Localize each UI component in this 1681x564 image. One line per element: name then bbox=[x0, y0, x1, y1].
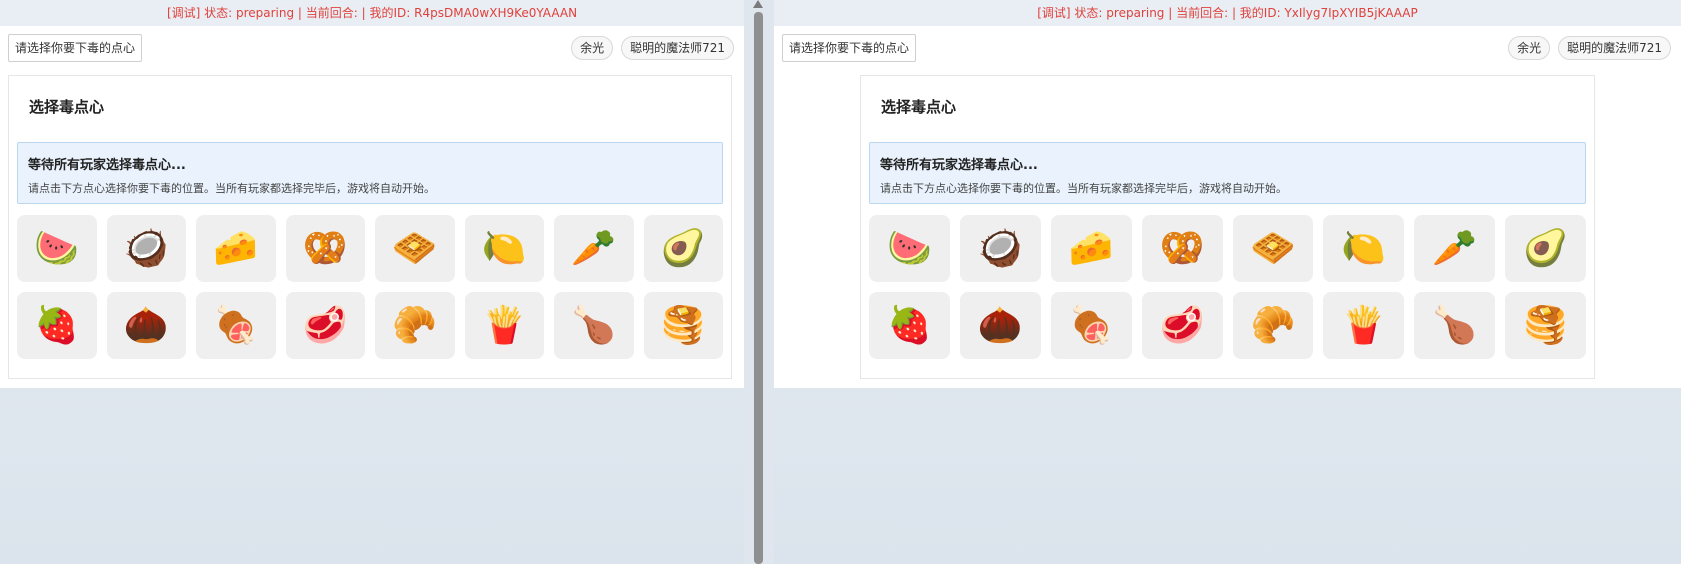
strawberry-icon: 🍓 bbox=[34, 304, 80, 346]
cut-of-meat-icon: 🥩 bbox=[302, 304, 348, 346]
lemon-icon: 🍋 bbox=[481, 227, 527, 269]
pretzel-icon: 🥨 bbox=[1159, 227, 1205, 269]
pretzel-icon: 🥨 bbox=[302, 227, 348, 269]
snack-tile-pretzel[interactable]: 🥨 bbox=[285, 215, 365, 282]
avocado-icon: 🥑 bbox=[1523, 227, 1568, 269]
player-tag: 余光 bbox=[571, 36, 614, 60]
meat-on-bone-icon: 🍖 bbox=[1068, 304, 1114, 346]
snack-tile-coconut[interactable]: 🥥 bbox=[959, 215, 1041, 282]
snack-tile-cheese[interactable]: 🧀 bbox=[196, 215, 276, 282]
debug-status-bar: [调试] 状态: preparing | 当前回合: | 我的ID: YxIly… bbox=[774, 0, 1681, 26]
snack-tile-chestnut[interactable]: 🌰 bbox=[959, 292, 1041, 359]
card-title: 选择毒点心 bbox=[881, 98, 957, 116]
snack-tile-waffle[interactable]: 🧇 bbox=[375, 215, 455, 282]
snack-tile-french-fries[interactable]: 🍟 bbox=[1323, 292, 1405, 359]
waiting-notice: 等待所有玩家选择毒点心... 请点击下方点心选择你要下毒的位置。当所有玩家都选择… bbox=[869, 142, 1586, 204]
pane-splitter[interactable] bbox=[744, 0, 774, 564]
snack-tile-meat-on-bone[interactable]: 🍖 bbox=[1050, 292, 1132, 359]
snack-tile-poultry-leg[interactable]: 🍗 bbox=[554, 292, 634, 359]
waiting-notice: 等待所有玩家选择毒点心... 请点击下方点心选择你要下毒的位置。当所有玩家都选择… bbox=[17, 142, 723, 204]
player-tag: 余光 bbox=[1508, 36, 1551, 60]
snack-tile-poultry-leg[interactable]: 🍗 bbox=[1414, 292, 1496, 359]
chestnut-icon: 🌰 bbox=[123, 304, 169, 346]
snack-tile-french-fries[interactable]: 🍟 bbox=[464, 292, 544, 359]
select-snack-hint-button[interactable]: 请选择你要下毒的点心 bbox=[782, 34, 917, 62]
cut-of-meat-icon: 🥩 bbox=[1159, 304, 1205, 346]
snack-tile-lemon[interactable]: 🍋 bbox=[1323, 215, 1405, 282]
croissant-icon: 🥐 bbox=[392, 304, 438, 346]
player-tag: 聪明的魔法师721 bbox=[1558, 36, 1671, 60]
cheese-icon: 🧀 bbox=[213, 227, 259, 269]
snack-tile-croissant[interactable]: 🥐 bbox=[375, 292, 455, 359]
snack-tile-cheese[interactable]: 🧀 bbox=[1050, 215, 1132, 282]
snack-tile-pancakes[interactable]: 🥞 bbox=[1505, 292, 1586, 359]
snack-tile-waffle[interactable]: 🧇 bbox=[1232, 215, 1314, 282]
carrot-icon: 🥕 bbox=[1432, 227, 1478, 269]
player-list: 余光 聪明的魔法师721 bbox=[1508, 36, 1671, 60]
snack-tile-meat-on-bone[interactable]: 🍖 bbox=[196, 292, 276, 359]
top-bar: 请选择你要下毒的点心 余光 聪明的魔法师721 bbox=[0, 26, 744, 70]
coconut-icon: 🥥 bbox=[123, 227, 169, 269]
lemon-icon: 🍋 bbox=[1341, 227, 1387, 269]
poultry-leg-icon: 🍗 bbox=[1432, 304, 1478, 346]
snack-tile-croissant[interactable]: 🥐 bbox=[1232, 292, 1314, 359]
coconut-icon: 🥥 bbox=[977, 227, 1023, 269]
chestnut-icon: 🌰 bbox=[977, 304, 1023, 346]
player-window-right: [调试] 状态: preparing | 当前回合: | 我的ID: YxIly… bbox=[774, 0, 1681, 564]
strawberry-icon: 🍓 bbox=[887, 304, 932, 346]
watermelon-icon: 🍉 bbox=[887, 227, 932, 269]
main-area: 选择毒点心 等待所有玩家选择毒点心... 请点击下方点心选择你要下毒的位置。当所… bbox=[774, 70, 1681, 388]
top-bar: 请选择你要下毒的点心 余光 聪明的魔法师721 bbox=[774, 26, 1681, 70]
splitter-handle[interactable] bbox=[754, 12, 763, 564]
split-screen: [调试] 状态: preparing | 当前回合: | 我的ID: R4psD… bbox=[0, 0, 1681, 564]
notice-description: 请点击下方点心选择你要下毒的位置。当所有玩家都选择完毕后，游戏将自动开始。 bbox=[880, 182, 1287, 195]
waffle-icon: 🧇 bbox=[392, 227, 438, 269]
snack-tile-cut-of-meat[interactable]: 🥩 bbox=[285, 292, 365, 359]
snack-tile-avocado[interactable]: 🥑 bbox=[1505, 215, 1586, 282]
snack-tile-strawberry[interactable]: 🍓 bbox=[17, 292, 97, 359]
cheese-icon: 🧀 bbox=[1068, 227, 1114, 269]
snack-tile-coconut[interactable]: 🥥 bbox=[106, 215, 186, 282]
avocado-icon: 🥑 bbox=[660, 227, 706, 269]
french-fries-icon: 🍟 bbox=[481, 304, 527, 346]
notice-description: 请点击下方点心选择你要下毒的位置。当所有玩家都选择完毕后，游戏将自动开始。 bbox=[28, 182, 435, 195]
snack-tile-strawberry[interactable]: 🍓 bbox=[869, 292, 950, 359]
snack-tile-chestnut[interactable]: 🌰 bbox=[106, 292, 186, 359]
debug-status-bar: [调试] 状态: preparing | 当前回合: | 我的ID: R4psD… bbox=[0, 0, 744, 26]
card-title: 选择毒点心 bbox=[29, 98, 105, 116]
player-tag: 聪明的魔法师721 bbox=[621, 36, 734, 60]
waffle-icon: 🧇 bbox=[1250, 227, 1296, 269]
snack-tile-pancakes[interactable]: 🥞 bbox=[643, 292, 723, 359]
player-window-left: [调试] 状态: preparing | 当前回合: | 我的ID: R4psD… bbox=[0, 0, 744, 564]
poison-select-card: 选择毒点心 等待所有玩家选择毒点心... 请点击下方点心选择你要下毒的位置。当所… bbox=[860, 75, 1595, 379]
french-fries-icon: 🍟 bbox=[1341, 304, 1387, 346]
select-snack-hint-button[interactable]: 请选择你要下毒的点心 bbox=[8, 34, 143, 62]
meat-on-bone-icon: 🍖 bbox=[213, 304, 259, 346]
snack-tile-avocado[interactable]: 🥑 bbox=[643, 215, 723, 282]
snack-tile-lemon[interactable]: 🍋 bbox=[464, 215, 544, 282]
snack-grid: 🍉 🥥 🧀 🥨 🧇 🍋 🥕 🥑 🍓 🌰 🍖 🥩 🥐 🍟 🍗 🥞 bbox=[17, 215, 723, 359]
main-area: 选择毒点心 等待所有玩家选择毒点心... 请点击下方点心选择你要下毒的位置。当所… bbox=[0, 70, 744, 388]
snack-tile-carrot[interactable]: 🥕 bbox=[554, 215, 634, 282]
player-list: 余光 聪明的魔法师721 bbox=[571, 36, 734, 60]
scroll-up-arrow-icon[interactable] bbox=[753, 0, 763, 8]
poison-select-card: 选择毒点心 等待所有玩家选择毒点心... 请点击下方点心选择你要下毒的位置。当所… bbox=[8, 75, 732, 379]
carrot-icon: 🥕 bbox=[571, 227, 617, 269]
notice-title: 等待所有玩家选择毒点心... bbox=[28, 158, 186, 173]
snack-tile-pretzel[interactable]: 🥨 bbox=[1141, 215, 1223, 282]
notice-title: 等待所有玩家选择毒点心... bbox=[880, 158, 1038, 173]
snack-tile-watermelon[interactable]: 🍉 bbox=[17, 215, 97, 282]
snack-tile-cut-of-meat[interactable]: 🥩 bbox=[1141, 292, 1223, 359]
snack-grid: 🍉 🥥 🧀 🥨 🧇 🍋 🥕 🥑 🍓 🌰 🍖 🥩 🥐 🍟 🍗 🥞 bbox=[869, 215, 1586, 359]
watermelon-icon: 🍉 bbox=[34, 227, 80, 269]
snack-tile-watermelon[interactable]: 🍉 bbox=[869, 215, 950, 282]
croissant-icon: 🥐 bbox=[1250, 304, 1296, 346]
pancakes-icon: 🥞 bbox=[660, 304, 706, 346]
poultry-leg-icon: 🍗 bbox=[571, 304, 617, 346]
pancakes-icon: 🥞 bbox=[1523, 304, 1568, 346]
snack-tile-carrot[interactable]: 🥕 bbox=[1414, 215, 1496, 282]
